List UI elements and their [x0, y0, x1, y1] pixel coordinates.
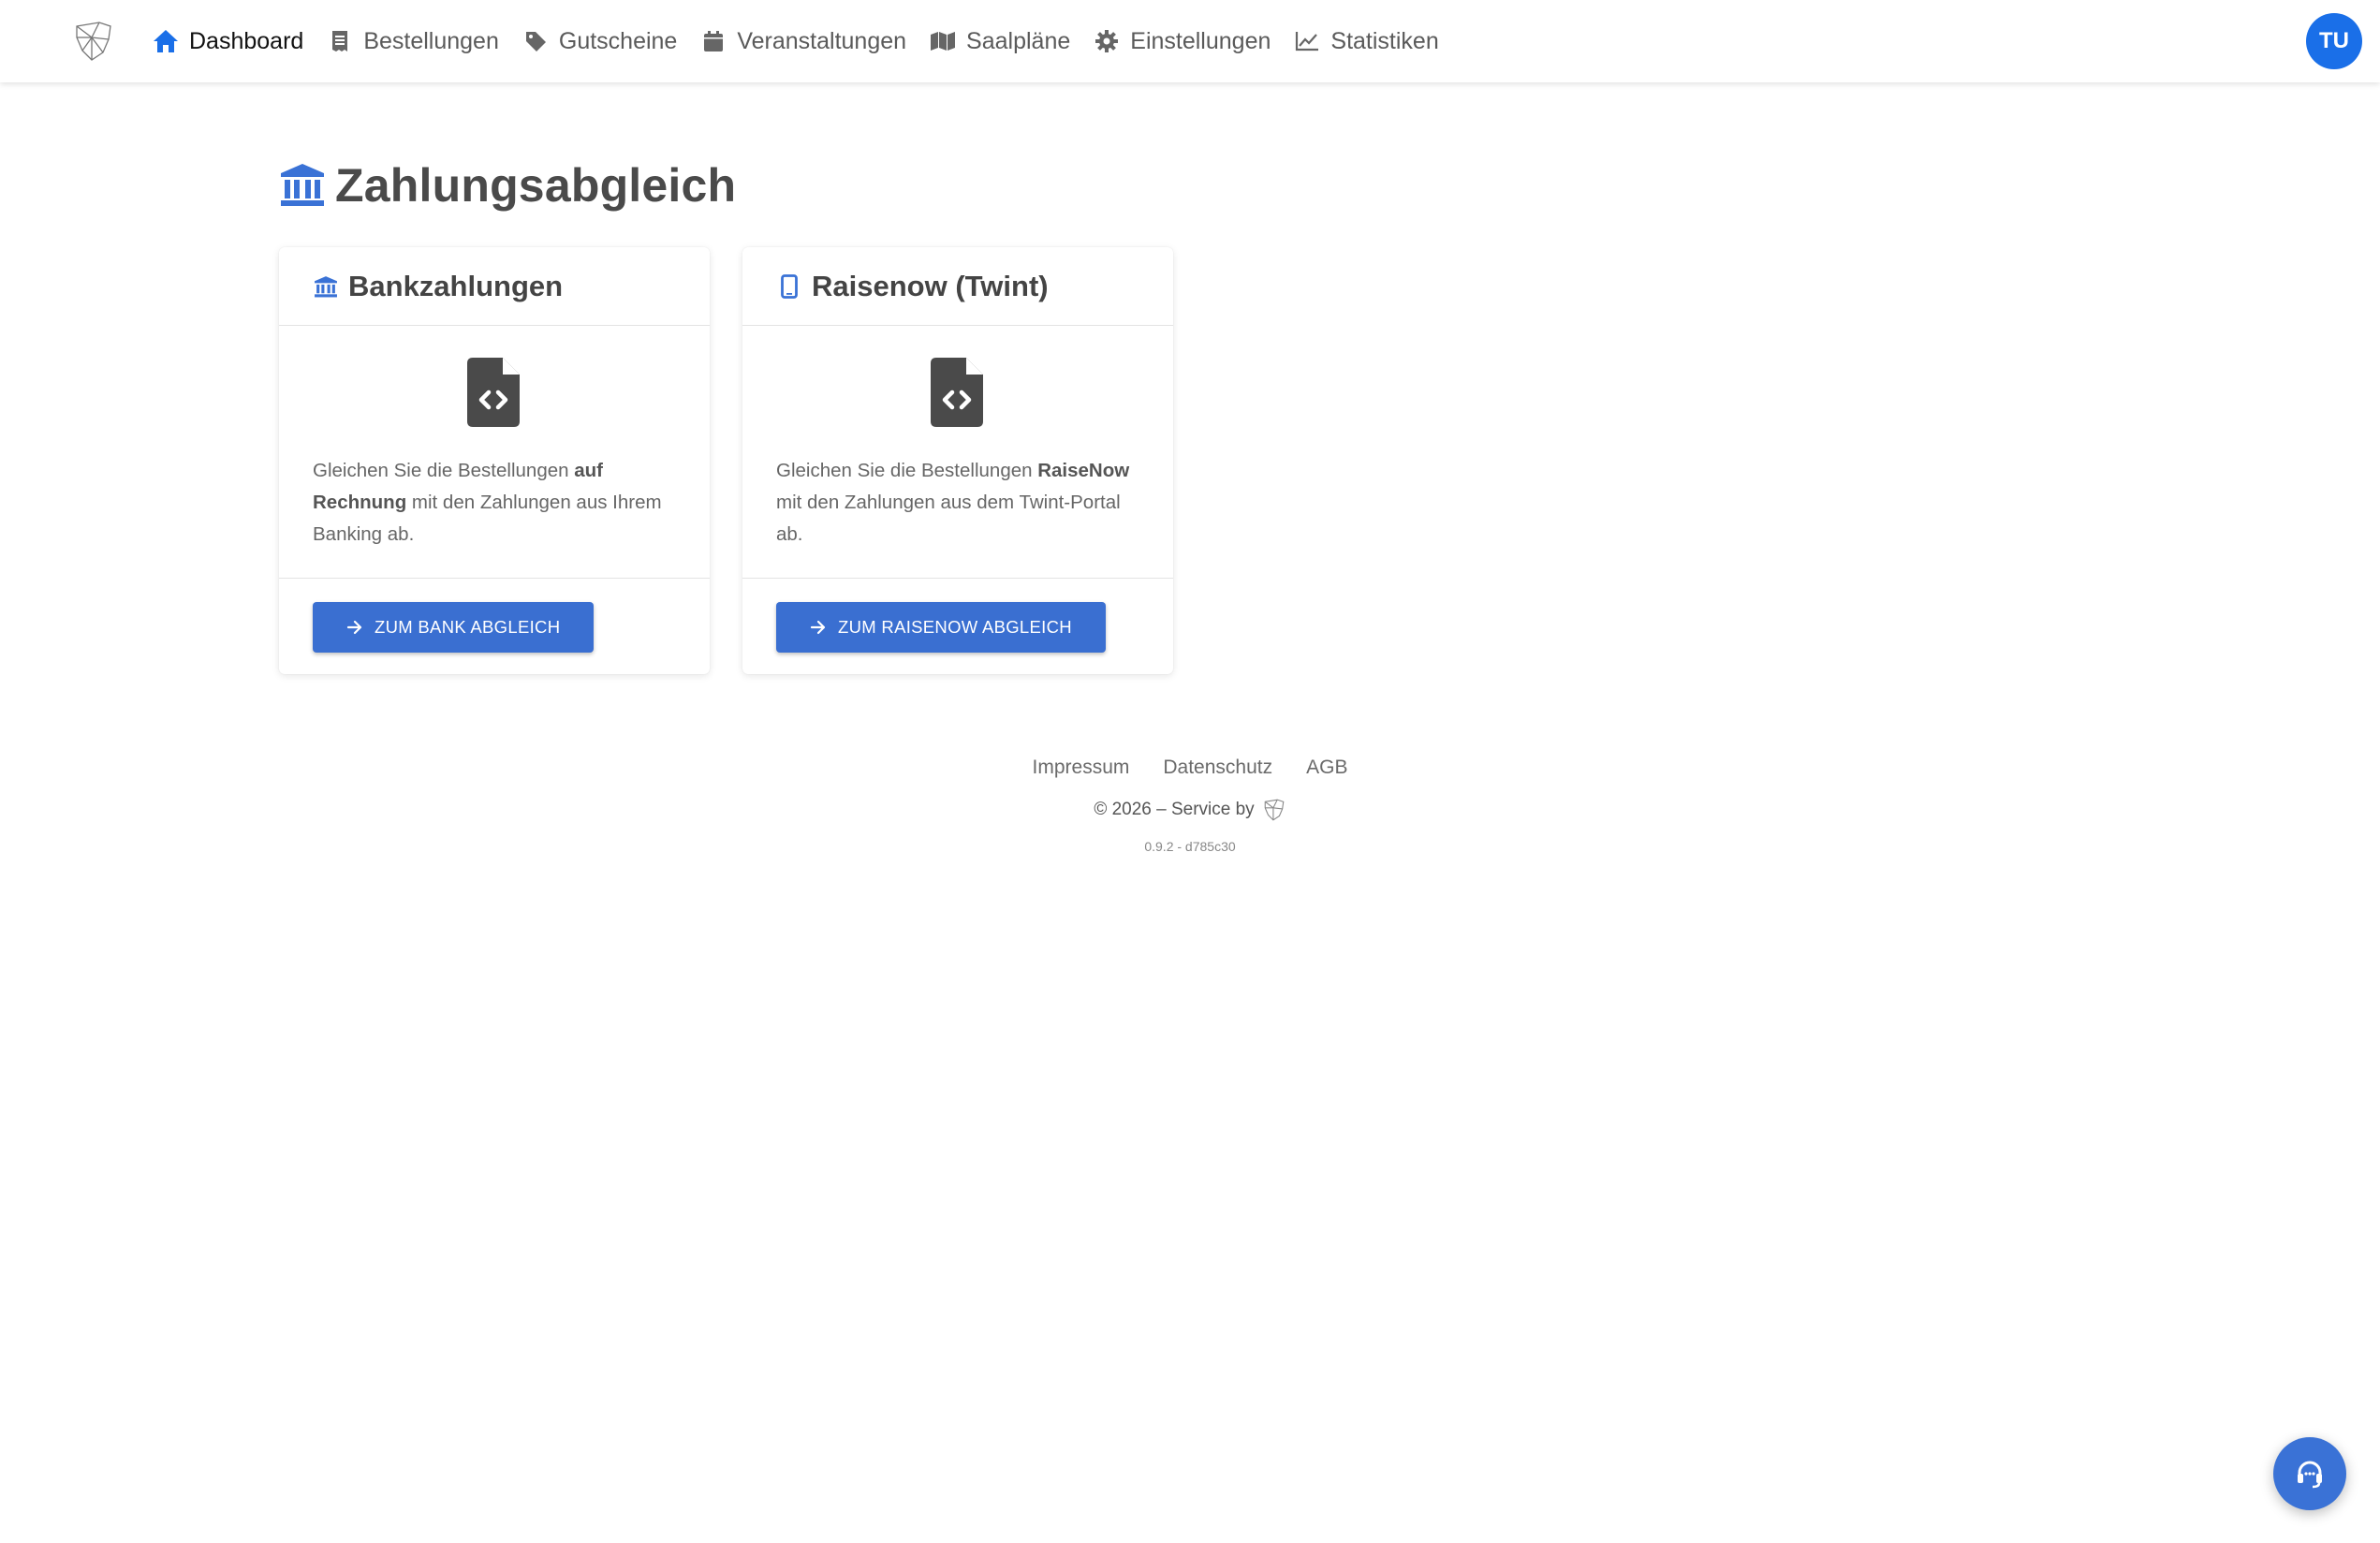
nav-item-saalplaene[interactable]: Saalpläne — [929, 0, 1070, 82]
raisenow-card: Raisenow (Twint) Gleichen Sie die Bestel… — [742, 247, 1173, 674]
copyright-text: © 2026 – Service by — [1094, 800, 1255, 819]
footer-links: Impressum Datenschutz AGB — [0, 757, 2380, 779]
main-nav: Dashboard Bestellungen Gutscheine Verans… — [152, 0, 1462, 82]
card-footer: ZUM RAISENOW ABGLEICH — [742, 579, 1173, 674]
gear-icon — [1093, 27, 1121, 55]
card-title: Raisenow (Twint) — [812, 269, 1049, 302]
file-code-icon — [931, 358, 983, 427]
file-code-icon — [467, 358, 520, 427]
card-description: Gleichen Sie die Bestellungen RaiseNow m… — [776, 460, 1130, 545]
mobile-phone-icon — [776, 273, 802, 300]
nav-label: Einstellungen — [1130, 27, 1271, 54]
footer-link-agb[interactable]: AGB — [1306, 757, 1347, 779]
bank-icon — [281, 164, 324, 206]
footer-link-impressum[interactable]: Impressum — [1033, 757, 1130, 779]
headset-icon — [2298, 1461, 2322, 1489]
card-body: Gleichen Sie die Bestellungen auf Rechnu… — [279, 326, 710, 579]
card-footer: ZUM BANK ABGLEICH — [279, 579, 710, 674]
calendar-icon — [699, 27, 727, 55]
user-avatar[interactable]: TU — [2306, 13, 2362, 69]
raisenow-reconcile-button[interactable]: ZUM RAISENOW ABGLEICH — [776, 602, 1106, 653]
bank-icon — [313, 273, 339, 300]
nav-label: Veranstaltungen — [737, 27, 907, 54]
card-description: Gleichen Sie die Bestellungen auf Rechnu… — [313, 460, 662, 545]
nav-label: Statistiken — [1330, 27, 1439, 54]
support-chat-button[interactable] — [2273, 1437, 2346, 1510]
page-heading: Zahlungsabgleich — [335, 159, 737, 212]
button-label: ZUM BANK ABGLEICH — [375, 617, 561, 637]
home-icon — [152, 27, 180, 55]
nav-item-einstellungen[interactable]: Einstellungen — [1093, 0, 1271, 82]
nav-label: Gutscheine — [558, 27, 678, 54]
nav-label: Dashboard — [189, 27, 304, 54]
footer-link-datenschutz[interactable]: Datenschutz — [1163, 757, 1272, 779]
tag-icon — [522, 27, 550, 55]
nav-item-veranstaltungen[interactable]: Veranstaltungen — [699, 0, 906, 82]
nav-item-bestellungen[interactable]: Bestellungen — [326, 0, 499, 82]
nav-label: Bestellungen — [363, 27, 499, 54]
card-header: Bankzahlungen — [279, 247, 710, 326]
card-header: Raisenow (Twint) — [742, 247, 1173, 326]
nav-item-statistiken[interactable]: Statistiken — [1293, 0, 1439, 82]
chart-line-icon — [1293, 27, 1321, 55]
top-navbar: Dashboard Bestellungen Gutscheine Verans… — [0, 0, 2380, 82]
receipt-icon — [326, 27, 354, 55]
map-icon — [929, 27, 957, 55]
button-label: ZUM RAISENOW ABGLEICH — [838, 617, 1072, 637]
card-body: Gleichen Sie die Bestellungen RaiseNow m… — [742, 326, 1173, 579]
arrow-right-icon — [346, 620, 362, 635]
nav-item-gutscheine[interactable]: Gutscheine — [522, 0, 677, 82]
arrow-right-icon — [810, 620, 826, 635]
nav-item-dashboard[interactable]: Dashboard — [152, 0, 303, 82]
copyright: © 2026 – Service by — [0, 798, 2380, 822]
fox-logo-icon[interactable] — [71, 19, 116, 64]
fox-logo-icon — [1264, 799, 1285, 821]
bank-reconcile-button[interactable]: ZUM BANK ABGLEICH — [313, 602, 595, 653]
page-title: Zahlungsabgleich — [279, 157, 736, 213]
bank-payments-card: Bankzahlungen Gleichen Sie die Bestellun… — [279, 247, 710, 674]
nav-label: Saalpläne — [966, 27, 1071, 54]
card-title: Bankzahlungen — [348, 269, 564, 302]
version-label: 0.9.2 - d785c30 — [1144, 839, 1236, 854]
